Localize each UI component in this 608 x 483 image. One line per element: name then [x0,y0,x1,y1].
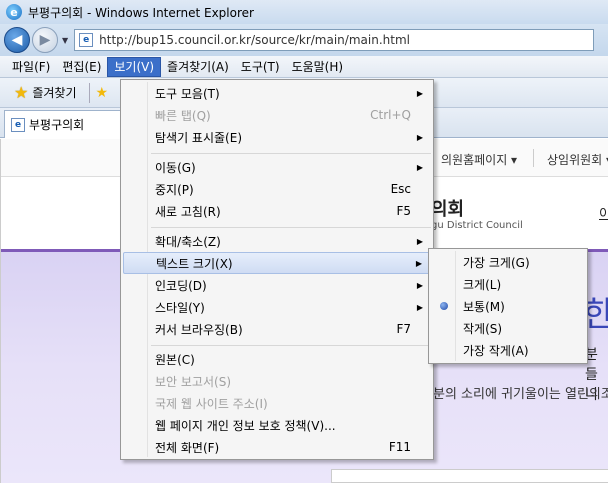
menu-item-label: 이동(G) [155,160,196,175]
submenu-arrow-icon: ▶ [416,162,423,172]
menu-item-label: 보안 보고서(S) [155,374,231,389]
view-menu-toolbars[interactable]: 도구 모음(T) ▶ [123,82,431,104]
menu-item-shortcut: F5 [396,204,411,218]
menu-item-label: 인코딩(D) [155,278,207,293]
star-icon[interactable]: ★ [14,83,28,102]
menu-favorites[interactable]: 즐겨찾기(A) [161,57,235,77]
view-menu-encoding[interactable]: 인코딩(D) ▶ [123,274,431,296]
view-menu-privacy-policy[interactable]: 웹 페이지 개인 정보 보호 정책(V)... [123,414,431,436]
hero-slogan: 분의 소리에 귀기울이는 열린의조 [433,387,608,402]
tab-main[interactable]: e 부평구의회 [4,110,122,138]
menu-item-shortcut: F11 [388,440,411,454]
page-icon: e [79,33,94,47]
site-logo-en: gu District Council [431,220,523,231]
submenu-arrow-icon: ▶ [416,88,423,98]
submenu-arrow-icon: ▶ [416,132,423,142]
menu-item-label: 확대/축소(Z) [155,234,221,249]
menu-item-label: 스타일(Y) [155,300,205,315]
window-title: 부평구의회 - Windows Internet Explorer [28,5,254,20]
tab-label: 부평구의회 [29,118,85,132]
menu-bar: 파일(F) 편집(E) 보기(V) 즐겨찾기(A) 도구(T) 도움말(H) [0,56,608,78]
menu-tools[interactable]: 도구(T) [235,57,286,77]
menu-item-label: 텍스트 크기(X) [156,256,233,271]
view-menu-refresh[interactable]: 새로 고침(R) F5 [123,200,431,222]
view-menu: 도구 모음(T) ▶ 빠른 탭(Q) Ctrl+Q 탐색기 표시줄(E) ▶ 이… [120,79,434,460]
menu-item-label: 원본(C) [155,352,195,367]
forward-arrow-icon[interactable]: ▶ [32,27,58,53]
ie-logo-icon: e [6,4,22,20]
view-menu-full-screen[interactable]: 전체 화면(F) F11 [123,436,431,458]
menu-item-shortcut: F7 [396,322,411,336]
add-favorite-icon[interactable]: ★ [96,85,109,101]
nav-separator [533,149,534,167]
view-menu-quick-tabs[interactable]: 빠른 탭(Q) Ctrl+Q [123,104,431,126]
text-size-largest[interactable]: 가장 크게(G) [431,251,585,273]
menu-separator [151,153,431,154]
site-logo-ko[interactable]: 의회 [431,195,464,221]
text-size-medium[interactable]: 보통(M) [431,295,585,317]
menu-item-label: 보통(M) [463,299,505,314]
menu-item-label: 커서 브라우징(B) [155,322,243,337]
view-menu-go-to[interactable]: 이동(G) ▶ [123,156,431,178]
text-size-smallest[interactable]: 가장 작게(A) [431,339,585,361]
login-link[interactable]: 이 [599,203,608,222]
address-bar: ◀ ▶ ▼ e http://bup15.council.or.kr/sourc… [0,24,608,56]
menu-separator [151,227,431,228]
menu-edit[interactable]: 편집(E) [56,57,107,77]
text-size-submenu: 가장 크게(G) 크게(L) 보통(M) 작게(S) 가장 작게(A) [428,248,588,364]
submenu-arrow-icon: ▶ [416,236,423,246]
submenu-arrow-icon: ▶ [415,258,422,268]
menu-item-shortcut: Esc [390,182,411,196]
menu-item-label: 탐색기 표시줄(E) [155,130,243,145]
view-menu-source[interactable]: 원본(C) [123,348,431,370]
url-text: http://bup15.council.or.kr/source/kr/mai… [99,33,410,47]
menu-separator [151,345,431,346]
menu-item-label: 국제 웹 사이트 주소(I) [155,396,268,411]
back-arrow-icon[interactable]: ◀ [4,27,30,53]
view-menu-caret-browsing[interactable]: 커서 브라우징(B) F7 [123,318,431,340]
menu-item-label: 가장 작게(A) [463,343,529,358]
menu-file[interactable]: 파일(F) [6,57,56,77]
history-dropdown-icon[interactable]: ▼ [62,36,68,45]
submenu-arrow-icon: ▶ [416,302,423,312]
favorites-separator [88,82,90,103]
menu-item-label: 새로 고침(R) [155,204,221,219]
menu-view[interactable]: 보기(V) [107,56,162,77]
menu-item-label: 작게(S) [463,321,503,336]
view-menu-explorer-bar[interactable]: 탐색기 표시줄(E) ▶ [123,126,431,148]
view-menu-security-report[interactable]: 보안 보고서(S) [123,370,431,392]
radio-dot-icon [440,302,448,310]
menu-item-label: 크게(L) [463,277,502,292]
text-size-larger[interactable]: 크게(L) [431,273,585,295]
submenu-arrow-icon: ▶ [416,280,423,290]
menu-item-label: 웹 페이지 개인 정보 보호 정책(V)... [155,418,336,433]
nav-standing-committee[interactable]: 상임위원회 ▾ [547,151,608,168]
menu-item-label: 도구 모음(T) [155,86,220,101]
menu-item-label: 가장 크게(G) [463,255,530,270]
nav-member-homepage[interactable]: 의원홈페이지 ▾ [441,151,517,168]
view-menu-international-address[interactable]: 국제 웹 사이트 주소(I) [123,392,431,414]
view-menu-zoom[interactable]: 확대/축소(Z) ▶ [123,230,431,252]
title-bar: e 부평구의회 - Windows Internet Explorer [0,0,608,24]
url-input[interactable]: e http://bup15.council.or.kr/source/kr/m… [74,29,595,51]
content-box [331,469,608,483]
text-size-smaller[interactable]: 작게(S) [431,317,585,339]
view-menu-text-size[interactable]: 텍스트 크기(X) ▶ [123,252,431,274]
menu-item-shortcut: Ctrl+Q [370,108,411,122]
menu-item-label: 빠른 탭(Q) [155,108,211,123]
menu-help[interactable]: 도움말(H) [286,57,350,77]
view-menu-stop[interactable]: 중지(P) Esc [123,178,431,200]
menu-item-label: 중지(P) [155,182,194,197]
menu-item-label: 전체 화면(F) [155,440,220,455]
favorites-button[interactable]: 즐겨찾기 [32,84,76,101]
tab-page-icon: e [11,117,25,132]
view-menu-style[interactable]: 스타일(Y) ▶ [123,296,431,318]
